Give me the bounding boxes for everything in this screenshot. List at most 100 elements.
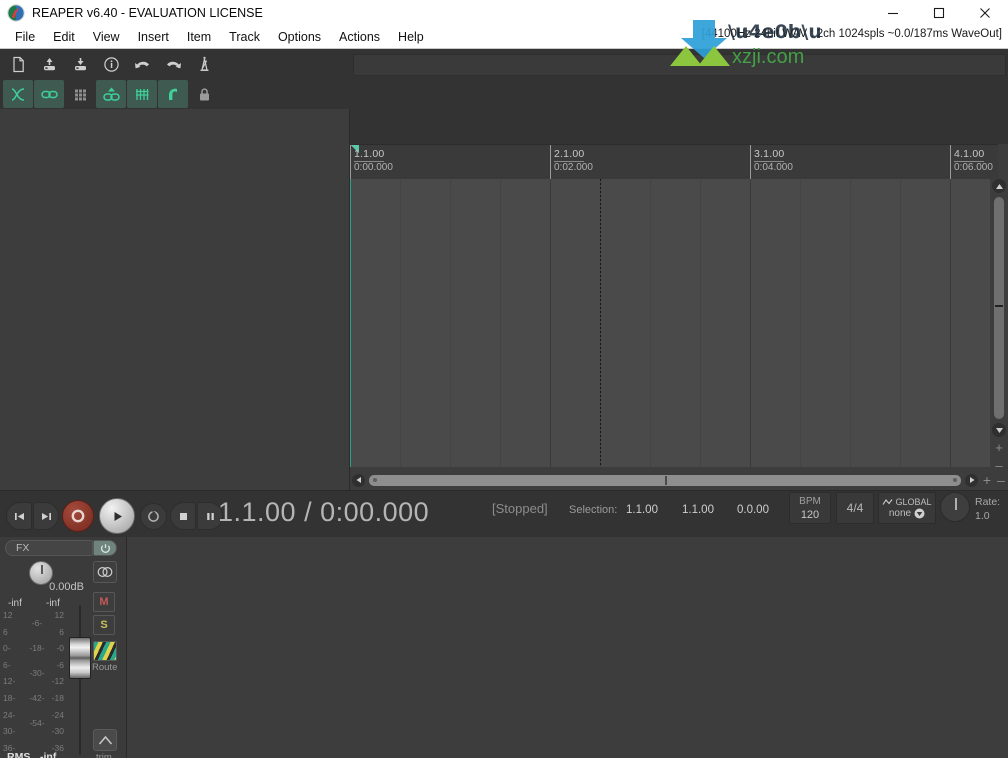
menu-help[interactable]: Help bbox=[389, 28, 433, 46]
menu-file[interactable]: File bbox=[6, 28, 44, 46]
zoom-in-vertical-button[interactable]: + bbox=[993, 441, 1005, 454]
arrange-canvas[interactable] bbox=[350, 179, 998, 467]
automation-envelope-icon bbox=[883, 499, 893, 505]
selection-end-value[interactable]: 1.1.00 bbox=[682, 504, 714, 516]
scale-tick: 18- bbox=[3, 692, 16, 703]
route-button[interactable] bbox=[93, 641, 117, 661]
solo-button[interactable]: S bbox=[93, 615, 115, 635]
menu-insert[interactable]: Insert bbox=[129, 28, 178, 46]
mute-button[interactable]: M bbox=[93, 592, 115, 612]
time-signature-value: 4/4 bbox=[846, 501, 864, 515]
master-mixer-strip: FX 0.00dB -inf -inf 12 6 0- 6- 12- 18- 2… bbox=[0, 537, 127, 758]
open-project-button[interactable] bbox=[34, 50, 64, 78]
playrate-knob[interactable] bbox=[940, 492, 970, 522]
zoom-in-horizontal-button[interactable]: + bbox=[980, 473, 994, 487]
selection-length-value[interactable]: 0.0.00 bbox=[737, 504, 769, 516]
bpm-field[interactable]: BPM 120 bbox=[789, 492, 831, 524]
global-automation-field[interactable]: GLOBAL none bbox=[878, 492, 936, 524]
ruler-bar-label: 1.1.00 bbox=[354, 148, 385, 162]
play-button[interactable] bbox=[99, 498, 135, 534]
volume-fader-track[interactable] bbox=[79, 605, 81, 755]
stereo-phase-icon[interactable] bbox=[93, 561, 117, 583]
beat-line bbox=[700, 179, 701, 467]
playback-time-display[interactable]: 1.1.00 / 0:00.000 bbox=[218, 497, 429, 528]
global-automation-mode[interactable]: none bbox=[889, 508, 925, 519]
horizontal-scrollbar[interactable]: + – bbox=[350, 471, 1008, 489]
arrange-upper-gap bbox=[350, 82, 1008, 144]
snap-grid-icon[interactable] bbox=[127, 80, 157, 108]
menu-edit[interactable]: Edit bbox=[44, 28, 84, 46]
bpm-value: 120 bbox=[800, 508, 820, 521]
scroll-up-button[interactable] bbox=[992, 179, 1006, 193]
new-project-button[interactable] bbox=[3, 50, 33, 78]
global-automation-label: GLOBAL bbox=[895, 497, 932, 507]
menu-item[interactable]: Item bbox=[178, 28, 220, 46]
reaper-logo-icon bbox=[7, 3, 25, 22]
ruler-bar-label: 2.1.00 bbox=[554, 148, 585, 162]
scroll-right-button[interactable] bbox=[965, 473, 978, 487]
link-icon[interactable] bbox=[34, 80, 64, 108]
group-link-icon[interactable] bbox=[96, 80, 126, 108]
info-icon[interactable] bbox=[96, 50, 126, 78]
ruler-tick bbox=[750, 145, 751, 179]
horizontal-scroll-thumb[interactable] bbox=[369, 474, 961, 486]
route-label: Route bbox=[92, 662, 118, 673]
volume-fader-handle[interactable] bbox=[69, 637, 91, 679]
menu-options[interactable]: Options bbox=[269, 28, 330, 46]
chevron-down-icon bbox=[914, 508, 925, 519]
scale-tick: -24 bbox=[51, 709, 64, 720]
menu-bar: File Edit View Insert Item Track Options… bbox=[0, 25, 1008, 49]
rate-value[interactable]: 1.0 bbox=[975, 510, 990, 522]
vertical-scrollbar[interactable]: + – bbox=[990, 179, 1008, 497]
measure-line bbox=[550, 179, 551, 467]
ruler-time-label: 0:02.000 bbox=[554, 162, 593, 173]
go-to-end-button[interactable] bbox=[33, 502, 59, 530]
audio-device-status: [44100Hz 24bit WAV : 2ch 1024spls ~0.0/1… bbox=[701, 28, 1002, 40]
time-signature-field[interactable]: 4/4 bbox=[836, 492, 874, 524]
window-title: REAPER v6.40 - EVALUATION LICENSE bbox=[32, 5, 263, 20]
minimize-button[interactable] bbox=[870, 0, 916, 25]
fx-button[interactable]: FX bbox=[5, 540, 93, 556]
beat-line bbox=[500, 179, 501, 467]
fx-power-icon[interactable] bbox=[93, 540, 117, 556]
toolbar-row-edit bbox=[0, 79, 350, 109]
go-to-start-button[interactable] bbox=[6, 502, 32, 530]
scale-tick: 12 bbox=[3, 610, 13, 620]
redo-button[interactable] bbox=[158, 50, 188, 78]
vertical-scroll-thumb[interactable] bbox=[994, 197, 1004, 419]
repeat-button[interactable] bbox=[140, 502, 167, 530]
timeline-ruler[interactable]: 1.1.00 0:00.000 2.1.00 0:02.000 3.1.00 0… bbox=[350, 144, 998, 179]
ruler-time-label: 0:00.000 bbox=[354, 162, 393, 173]
trim-button[interactable] bbox=[93, 729, 117, 751]
track-control-panel[interactable] bbox=[0, 109, 350, 490]
menu-view[interactable]: View bbox=[84, 28, 129, 46]
zoom-out-vertical-button[interactable]: – bbox=[993, 459, 1005, 472]
lock-icon[interactable] bbox=[189, 80, 219, 108]
maximize-button[interactable] bbox=[916, 0, 962, 25]
toolbar-row-file bbox=[0, 49, 350, 79]
undo-button[interactable] bbox=[127, 50, 157, 78]
selection-label: Selection: bbox=[569, 504, 618, 516]
selection-start-value[interactable]: 1.1.00 bbox=[626, 504, 658, 516]
scale-tick: -12 bbox=[51, 676, 64, 687]
close-button[interactable] bbox=[962, 0, 1008, 25]
stop-button[interactable] bbox=[170, 502, 196, 530]
volume-db-value[interactable]: 0.00dB bbox=[22, 581, 84, 593]
grid-icon[interactable] bbox=[65, 80, 95, 108]
transport-status: [Stopped] bbox=[492, 501, 548, 516]
crossfade-icon[interactable] bbox=[3, 80, 33, 108]
zoom-out-horizontal-button[interactable]: – bbox=[994, 473, 1008, 487]
scale-tick: -54- bbox=[29, 718, 45, 728]
scroll-thumb-end-right bbox=[953, 478, 957, 482]
play-cursor[interactable] bbox=[600, 179, 601, 467]
scroll-down-button[interactable] bbox=[992, 423, 1006, 437]
metronome-icon[interactable] bbox=[189, 50, 219, 78]
scroll-left-button[interactable] bbox=[352, 473, 365, 487]
magnet-icon[interactable] bbox=[158, 80, 188, 108]
menu-track[interactable]: Track bbox=[220, 28, 269, 46]
record-button[interactable] bbox=[62, 500, 94, 532]
scale-tick: 6- bbox=[3, 659, 11, 670]
menu-actions[interactable]: Actions bbox=[330, 28, 389, 46]
main-area: 1.1.00 0:00.000 2.1.00 0:02.000 3.1.00 0… bbox=[0, 49, 1008, 758]
save-project-button[interactable] bbox=[65, 50, 95, 78]
